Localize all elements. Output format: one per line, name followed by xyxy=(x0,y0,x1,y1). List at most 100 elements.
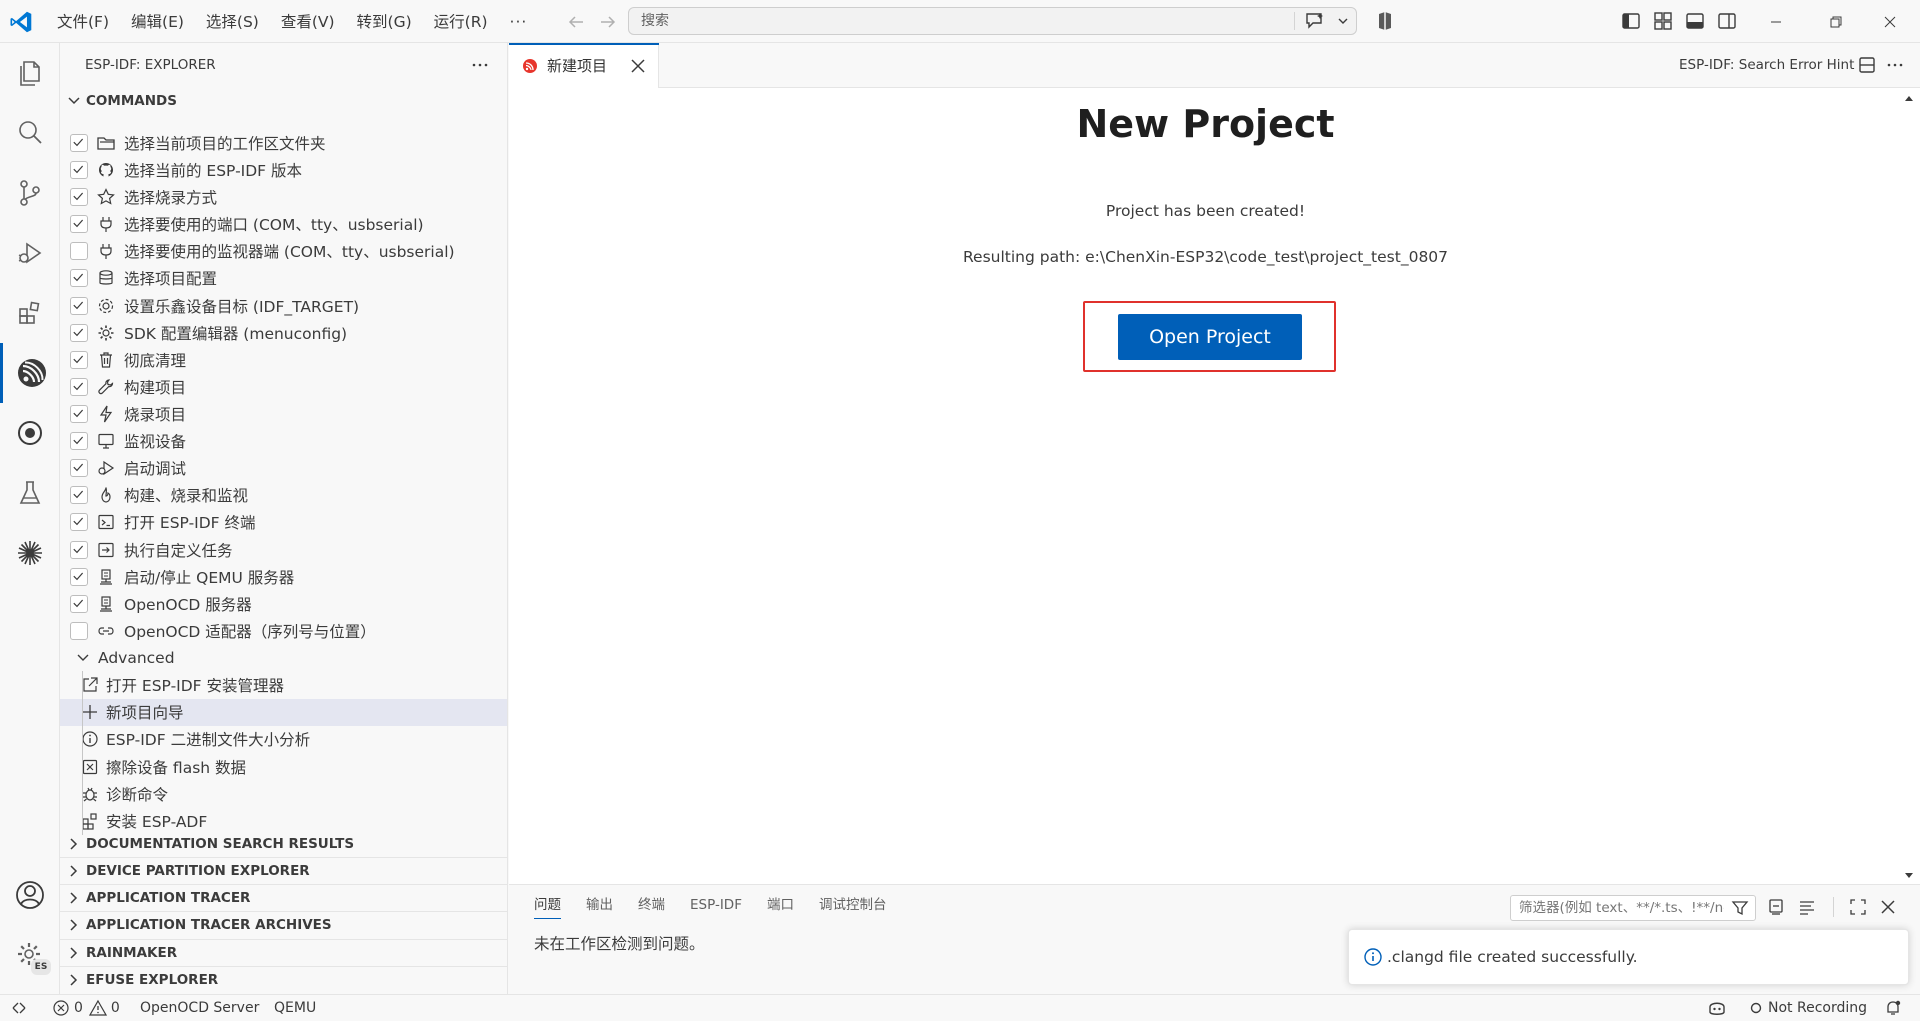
command-row[interactable]: 选择要使用的监视器端 (COM、tty、usbserial) xyxy=(60,237,507,265)
section-collapsed[interactable]: APPLICATION TRACER xyxy=(60,884,507,911)
checkbox-checked[interactable] xyxy=(70,459,88,478)
openocd-server-status[interactable]: OpenOCD Server xyxy=(140,995,259,1021)
activity-search[interactable] xyxy=(0,103,60,163)
command-row[interactable]: OpenOCD 服务器 xyxy=(60,590,507,618)
menu-run[interactable]: 运行(R) xyxy=(423,7,499,37)
command-row[interactable]: 选择烧录方式 xyxy=(60,183,507,211)
forward-arrow-icon[interactable] xyxy=(596,10,620,34)
more-actions-icon[interactable] xyxy=(470,55,490,75)
command-row[interactable]: 选择当前项目的工作区文件夹 xyxy=(60,129,507,157)
command-row[interactable]: 启动/停止 QEMU 服务器 xyxy=(60,563,507,591)
command-row[interactable]: 启动调试 xyxy=(60,454,507,482)
checkbox-checked[interactable] xyxy=(70,269,88,288)
checkbox-checked[interactable] xyxy=(70,567,88,586)
notifications-button[interactable] xyxy=(1884,995,1906,1021)
maximize-panel-icon[interactable] xyxy=(1848,897,1868,917)
panel-tab[interactable]: 问题 xyxy=(534,885,561,925)
command-row[interactable]: 构建、烧录和监视 xyxy=(60,482,507,510)
activity-extensions[interactable] xyxy=(0,283,60,343)
command-row[interactable]: 监视设备 xyxy=(60,427,507,455)
checkbox-unchecked[interactable] xyxy=(70,621,88,640)
menu-go[interactable]: 转到(G) xyxy=(346,7,423,37)
activity-accounts[interactable] xyxy=(0,865,60,925)
checkbox-checked[interactable] xyxy=(70,296,88,315)
section-commands[interactable]: COMMANDS xyxy=(60,87,507,114)
activity-testing[interactable] xyxy=(0,463,60,523)
close-panel-icon[interactable] xyxy=(1878,897,1898,917)
recording-status[interactable]: Not Recording xyxy=(1748,995,1867,1021)
advanced-item[interactable]: 新项目向导 xyxy=(60,698,507,727)
collapse-all-icon[interactable] xyxy=(1766,897,1786,917)
command-row[interactable]: SDK 配置编辑器 (menuconfig) xyxy=(60,319,507,347)
activity-record[interactable] xyxy=(0,403,60,463)
checkbox-checked[interactable] xyxy=(70,160,88,179)
copilot-status[interactable] xyxy=(1707,995,1731,1021)
command-row[interactable]: 执行自定义任务 xyxy=(60,536,507,564)
activity-explorer[interactable] xyxy=(0,43,60,103)
more-actions-icon[interactable] xyxy=(1885,55,1905,75)
close-window-button[interactable] xyxy=(1860,0,1920,43)
checkbox-unchecked[interactable] xyxy=(70,242,88,261)
section-collapsed[interactable]: DOCUMENTATION SEARCH RESULTS xyxy=(60,830,507,857)
command-row[interactable]: 构建项目 xyxy=(60,373,507,401)
menu-more-button[interactable]: ··· xyxy=(499,7,533,37)
activity-manage[interactable]: ES xyxy=(0,925,60,985)
toggle-panel-icon[interactable] xyxy=(1684,10,1706,32)
checkbox-checked[interactable] xyxy=(70,486,88,505)
section-collapsed[interactable]: RAINMAKER xyxy=(60,938,507,966)
toggle-secondary-sidebar-icon[interactable] xyxy=(1716,10,1738,32)
copilot-icon[interactable] xyxy=(1373,9,1397,33)
minimize-button[interactable] xyxy=(1746,0,1806,43)
toggle-primary-sidebar-icon[interactable] xyxy=(1620,10,1642,32)
command-row[interactable]: 设置乐鑫设备目标 (IDF_TARGET) xyxy=(60,292,507,320)
command-row[interactable]: OpenOCD 适配器（序列号与位置） xyxy=(60,617,507,645)
scroll-down-arrow-icon[interactable] xyxy=(1902,868,1916,882)
checkbox-checked[interactable] xyxy=(70,188,88,207)
activity-esp-idf[interactable] xyxy=(0,343,60,403)
command-row[interactable]: 选择当前的 ESP-IDF 版本 xyxy=(60,156,507,184)
open-project-button[interactable]: Open Project xyxy=(1118,314,1302,360)
word-wrap-icon[interactable] xyxy=(1797,897,1817,917)
panel-tab[interactable]: 调试控制台 xyxy=(819,885,887,925)
menu-file[interactable]: 文件(F) xyxy=(46,7,120,37)
panel-tab[interactable]: 输出 xyxy=(586,885,613,925)
advanced-item[interactable]: 擦除设备 flash 数据 xyxy=(60,752,507,781)
remote-indicator[interactable] xyxy=(10,995,32,1021)
back-arrow-icon[interactable] xyxy=(564,10,588,34)
problems-filter-input[interactable]: 筛选器(例如 text、**/*.ts、!**/node_modules/**) xyxy=(1510,895,1756,921)
menu-view[interactable]: 查看(V) xyxy=(270,7,346,37)
notification-toast[interactable]: .clangd file created successfully. xyxy=(1348,929,1909,985)
chevron-down-icon[interactable] xyxy=(1336,14,1350,28)
filter-icon[interactable] xyxy=(1731,899,1749,917)
checkbox-checked[interactable] xyxy=(70,377,88,396)
checkbox-checked[interactable] xyxy=(70,323,88,342)
panel-tab[interactable]: ESP-IDF xyxy=(690,885,742,925)
menu-selection[interactable]: 选择(S) xyxy=(195,7,270,37)
split-editor-icon[interactable] xyxy=(1857,55,1877,75)
customize-layout-icon[interactable] xyxy=(1652,10,1674,32)
activity-source-control[interactable] xyxy=(0,163,60,223)
restore-button[interactable] xyxy=(1806,0,1866,43)
checkbox-checked[interactable] xyxy=(70,540,88,559)
command-row[interactable]: 打开 ESP-IDF 终端 xyxy=(60,509,507,537)
tab-new-project[interactable]: 新建项目 xyxy=(509,43,659,88)
checkbox-checked[interactable] xyxy=(70,432,88,451)
activity-run-debug[interactable] xyxy=(0,223,60,283)
panel-tab[interactable]: 端口 xyxy=(767,885,794,925)
advanced-item[interactable]: 打开 ESP-IDF 安装管理器 xyxy=(60,671,507,699)
checkbox-checked[interactable] xyxy=(70,350,88,369)
checkbox-checked[interactable] xyxy=(70,594,88,613)
command-row[interactable]: 彻底清理 xyxy=(60,346,507,374)
checkbox-checked[interactable] xyxy=(70,133,88,152)
advanced-item[interactable]: 诊断命令 xyxy=(60,779,507,808)
panel-tab[interactable]: 终端 xyxy=(638,885,665,925)
copilot-chat-icon[interactable] xyxy=(1304,11,1326,31)
menu-edit[interactable]: 编辑(E) xyxy=(120,7,195,37)
problems-indicator[interactable]: 0 0 xyxy=(52,995,120,1021)
command-center-search[interactable]: 搜索 xyxy=(628,7,1357,35)
section-collapsed[interactable]: DEVICE PARTITION EXPLORER xyxy=(60,857,507,884)
command-row[interactable]: 选择要使用的端口 (COM、tty、usbserial) xyxy=(60,210,507,238)
qemu-status[interactable]: QEMU xyxy=(274,995,316,1021)
checkbox-checked[interactable] xyxy=(70,404,88,423)
checkbox-checked[interactable] xyxy=(70,215,88,234)
